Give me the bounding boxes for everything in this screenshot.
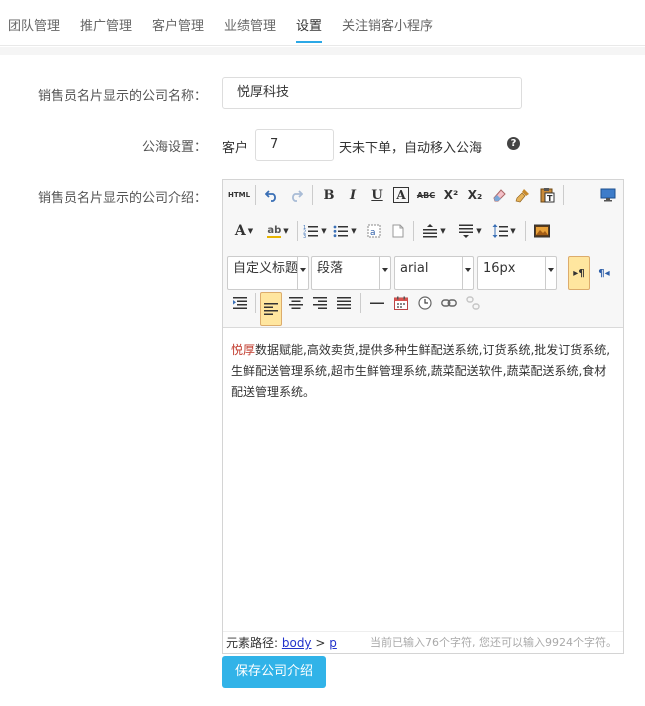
word-count: 当前已输入76个字符, 您还可以输入9924个字符。 (370, 636, 617, 649)
horizontal-rule-icon[interactable] (366, 292, 388, 314)
underline-button[interactable]: U (366, 184, 388, 206)
row-spacing-top-icon[interactable]: ▼ (419, 220, 449, 242)
ltr-direction-button[interactable]: ▸¶ (568, 256, 590, 290)
font-border-letter: A (393, 187, 409, 203)
heading-value: 段落 (317, 261, 344, 276)
strikethrough-button[interactable]: ABC (414, 184, 438, 206)
insert-image-icon[interactable] (531, 220, 553, 242)
highlight-button[interactable]: ab ▼ (263, 220, 293, 242)
element-path: 元素路径: body > p (226, 632, 337, 654)
path-link-p[interactable]: p (329, 636, 337, 650)
toolbar-separator (360, 293, 361, 313)
help-icon[interactable]: ? (507, 137, 520, 150)
editor-toolbar: HTML B I U A ABC X² X₂ T A ▼ ab ▼ 1 2 3 … (223, 180, 623, 328)
pool-days-input[interactable]: 7 (255, 129, 334, 161)
paragraph-format-value: 自定义标题 (233, 261, 299, 276)
highlight-letters: ab (267, 224, 282, 238)
toolbar-separator (297, 221, 298, 241)
chevron-down-icon (545, 257, 556, 289)
font-color-button[interactable]: A ▼ (229, 220, 259, 242)
company-name-input[interactable]: 悦厚科技 (222, 77, 522, 109)
pool-setting-label: 公海设置： (141, 140, 207, 155)
tab-performance[interactable]: 业绩管理 (224, 15, 276, 34)
chevron-down-icon (462, 257, 473, 289)
content-brand-text: 悦厚 (231, 343, 256, 357)
font-color-letter: A (234, 223, 246, 239)
line-height-icon[interactable]: ▼ (489, 220, 519, 242)
editor-status-bar: 元素路径: body > p 当前已输入76个字符, 您还可以输入9924个字符… (223, 631, 623, 653)
italic-button[interactable]: I (342, 184, 364, 206)
link-icon[interactable] (438, 292, 460, 314)
align-left-icon[interactable] (260, 292, 282, 326)
font-family-value: arial (400, 261, 429, 276)
unordered-list-icon[interactable]: ▼ (331, 220, 359, 242)
toolbar-separator (413, 221, 414, 241)
toolbar-separator (563, 185, 564, 205)
toolbar-separator (255, 185, 256, 205)
save-company-intro-button[interactable]: 保存公司介绍 (222, 656, 326, 688)
tab-settings[interactable]: 设置 (296, 15, 322, 34)
chevron-down-icon: ▼ (510, 227, 516, 235)
rich-text-editor: HTML B I U A ABC X² X₂ T A ▼ ab ▼ 1 2 3 … (222, 179, 624, 654)
company-name-label: 销售员名片显示的公司名称： (37, 89, 207, 104)
top-tab-bar: 团队管理 推广管理 客户管理 业绩管理 设置 关注销客小程序 (0, 0, 645, 46)
ordered-list-icon[interactable]: 1 2 3 ▼ (301, 220, 329, 242)
clear-document-icon[interactable] (387, 220, 409, 242)
font-size-value: 16px (483, 261, 516, 276)
chevron-down-icon: ▼ (283, 227, 289, 235)
chevron-down-icon: ▼ (321, 227, 327, 235)
align-justify-icon[interactable] (333, 292, 355, 314)
row-spacing-bottom-icon[interactable]: ▼ (455, 220, 485, 242)
indent-icon[interactable] (229, 292, 251, 314)
content-body-text: 数据赋能,高效卖货,提供多种生鲜配送系统,订货系统,批发订货系统,生鲜配送管理系… (231, 343, 611, 399)
align-center-icon[interactable] (285, 292, 307, 314)
unlink-icon[interactable] (462, 292, 484, 314)
toolbar-separator (255, 293, 256, 313)
element-path-label: 元素路径: (226, 636, 282, 650)
superscript-button[interactable]: X² (440, 184, 462, 206)
heading-select[interactable]: 段落 (311, 256, 391, 290)
subscript-button[interactable]: X₂ (464, 184, 486, 206)
chevron-down-icon: ▼ (247, 227, 254, 235)
align-right-icon[interactable] (309, 292, 331, 314)
time-icon[interactable] (414, 292, 436, 314)
calendar-icon[interactable] (390, 292, 412, 314)
eraser-icon[interactable] (488, 184, 510, 206)
tab-customers[interactable]: 客户管理 (152, 15, 204, 34)
tab-promotion[interactable]: 推广管理 (80, 15, 132, 34)
font-family-select[interactable]: arial (394, 256, 474, 290)
chevron-down-icon (297, 257, 308, 289)
paste-text-icon[interactable]: T (536, 184, 558, 206)
chevron-down-icon: ▼ (351, 227, 357, 235)
paragraph-format-select[interactable]: 自定义标题 (227, 256, 309, 290)
section-divider (0, 47, 645, 55)
pool-suffix-text: 天未下单，自动移入公海 (339, 141, 483, 156)
active-tab-indicator (296, 41, 322, 43)
chevron-down-icon (379, 257, 390, 289)
company-intro-label: 销售员名片显示的公司介绍： (37, 191, 207, 206)
bold-button[interactable]: B (318, 184, 340, 206)
rtl-direction-button[interactable]: ¶◂ (593, 256, 615, 290)
format-painter-icon[interactable] (512, 184, 534, 206)
font-size-select[interactable]: 16px (477, 256, 557, 290)
tab-team[interactable]: 团队管理 (8, 15, 60, 34)
path-separator: > (311, 636, 330, 650)
chevron-down-icon: ▼ (476, 227, 482, 235)
pool-prefix-text: 客户 (222, 141, 249, 156)
font-border-button[interactable]: A (390, 184, 412, 206)
chevron-down-icon: ▼ (440, 227, 446, 235)
path-link-body[interactable]: body (282, 636, 312, 650)
toolbar-separator (525, 221, 526, 241)
svg-text:T: T (547, 194, 553, 203)
redo-icon[interactable] (285, 184, 307, 206)
toolbar-separator (312, 185, 313, 205)
editor-content-area[interactable]: 悦厚数据赋能,高效卖货,提供多种生鲜配送系统,订货系统,批发订货系统,生鲜配送管… (231, 340, 617, 403)
svg-text:3: 3 (303, 234, 306, 238)
html-source-button[interactable]: HTML (227, 184, 251, 206)
select-all-icon[interactable]: a (363, 220, 385, 242)
fullscreen-icon[interactable] (597, 184, 619, 206)
undo-icon[interactable] (261, 184, 283, 206)
svg-text:a: a (370, 228, 376, 238)
tab-follow-miniprogram[interactable]: 关注销客小程序 (342, 15, 433, 34)
